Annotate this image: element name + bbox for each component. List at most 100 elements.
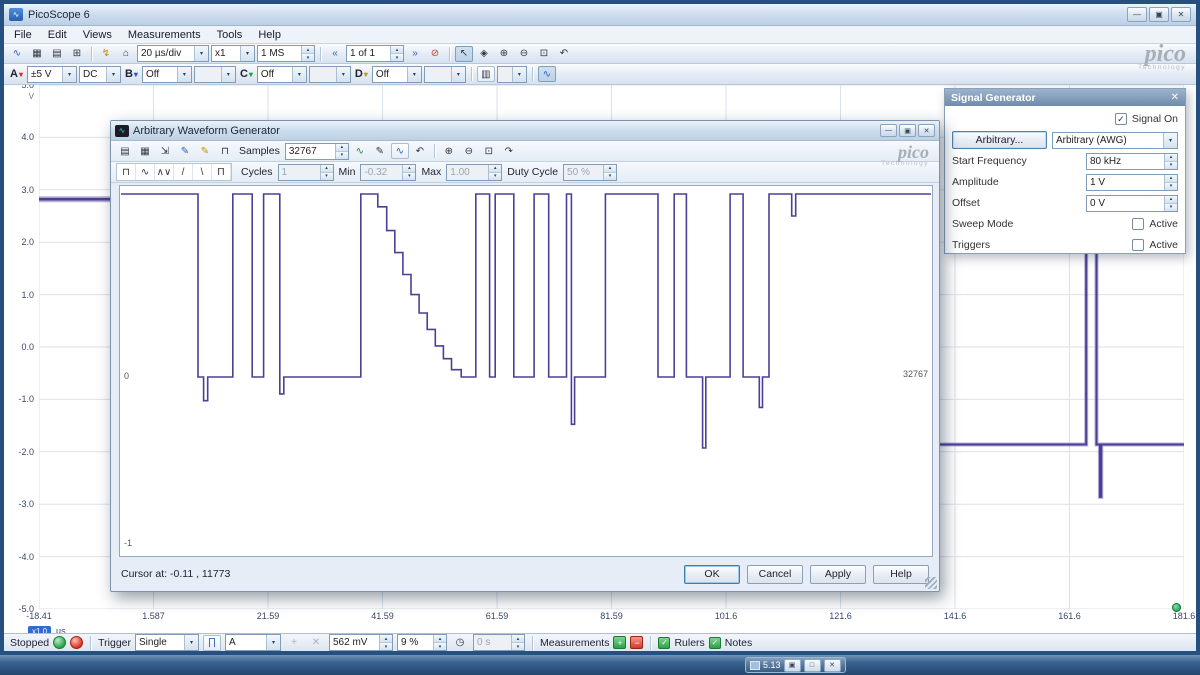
edit-points-button[interactable]: ✎ <box>371 143 389 159</box>
spinner-arrows[interactable]: ▴▾ <box>335 144 348 159</box>
buffer-page-spinner[interactable]: 1 of 1▴▾ <box>346 45 404 62</box>
triggers-checkbox[interactable] <box>1132 239 1144 251</box>
offset-spinner[interactable]: 0 V▴▾ <box>1086 195 1178 212</box>
awg-undo-button[interactable]: ↶ <box>411 143 429 159</box>
square-wave-button[interactable]: ⊓ <box>117 164 136 180</box>
chevron-down-icon[interactable]: ▾ <box>1163 133 1177 148</box>
chevron-down-icon[interactable]: ▾ <box>240 46 254 61</box>
scope-view-button[interactable]: ∿ <box>8 46 26 62</box>
resize-grip[interactable] <box>925 577 937 589</box>
wave-type-select[interactable]: Arbitrary (AWG)▾ <box>1052 132 1178 149</box>
awg-zoom-window-button[interactable]: ⊡ <box>480 143 498 159</box>
channel-a-button[interactable]: A▾ <box>8 68 25 80</box>
triangle-wave-button[interactable]: ∧∨ <box>155 164 174 180</box>
arbitrary-settings-button[interactable]: Arbitrary... <box>952 131 1047 149</box>
first-buffer-button[interactable]: « <box>326 46 344 62</box>
cancel-button[interactable]: Cancel <box>747 565 803 584</box>
spinner-down-icon[interactable]: ▾ <box>434 643 446 650</box>
maximize-button[interactable]: ▣ <box>1149 7 1169 22</box>
spinner-arrows[interactable]: ▴▾ <box>1164 175 1177 190</box>
stop-capture-button[interactable] <box>70 636 83 649</box>
spinner-down-icon[interactable]: ▾ <box>1165 204 1177 211</box>
taskbar-maximize-button[interactable]: □ <box>804 659 821 672</box>
awg-restore-button[interactable]: ▣ <box>899 124 916 137</box>
chevron-down-icon[interactable]: ▾ <box>194 46 208 61</box>
rulers-checkbox[interactable]: ✓ <box>658 637 670 649</box>
spinner-up-icon[interactable]: ▴ <box>336 144 348 152</box>
pulse-wave-button[interactable]: Π <box>212 164 231 180</box>
awg-canvas-svg[interactable] <box>120 186 932 556</box>
spinner-arrows[interactable]: ▴▾ <box>1164 154 1177 169</box>
spinner-down-icon[interactable]: ▾ <box>302 54 314 61</box>
trigger-level-spinner[interactable]: 562 mV▴▾ <box>329 634 393 651</box>
taskbar-restore-button[interactable]: ▣ <box>784 659 801 672</box>
timebase-select[interactable]: 20 µs/div▾ <box>137 45 209 62</box>
channel-c-button[interactable]: C▾ <box>238 68 255 80</box>
menu-tools[interactable]: Tools <box>209 27 251 43</box>
channel-a-coupling-select[interactable]: DC▾ <box>79 66 121 83</box>
spinner-arrows[interactable]: ▴▾ <box>1164 196 1177 211</box>
spinner-arrows[interactable]: ▴▾ <box>301 46 314 61</box>
x-zoom-select[interactable]: x1▾ <box>211 45 255 62</box>
bit-pattern-button[interactable]: ⊓ <box>216 143 234 159</box>
digital-inputs-button[interactable]: ▥ <box>477 66 495 82</box>
trigger-delay-button[interactable]: ◷ <box>451 635 469 651</box>
awg-zoom-out-button[interactable]: ⊖ <box>460 143 478 159</box>
menu-measurements[interactable]: Measurements <box>120 27 209 43</box>
ok-button[interactable]: OK <box>684 565 740 584</box>
spinner-up-icon[interactable]: ▴ <box>1165 154 1177 162</box>
start-capture-button[interactable] <box>53 636 66 649</box>
trigger-edge-button[interactable]: ∏ <box>203 635 221 651</box>
last-buffer-button[interactable]: » <box>406 46 424 62</box>
spinner-down-icon[interactable]: ▾ <box>1165 183 1177 190</box>
pretrigger-spinner[interactable]: 9 %▴▾ <box>397 634 447 651</box>
line-edit-button[interactable]: ✎ <box>176 143 194 159</box>
awg-samples-spinner[interactable]: 32767▴▾ <box>285 143 349 160</box>
chevron-down-icon[interactable]: ▾ <box>407 67 421 82</box>
waveform-library-button[interactable]: ∿ <box>391 143 409 159</box>
taskbar[interactable]: 5.13 ▣ □ ✕ <box>0 655 1200 675</box>
channel-c-range-select[interactable]: Off▾ <box>257 66 307 83</box>
zoom-in-button[interactable]: ⊕ <box>495 46 513 62</box>
spinner-arrows[interactable]: ▴▾ <box>379 635 392 650</box>
scroll-marker[interactable] <box>1172 603 1181 612</box>
trigger-clear-button[interactable]: ✕ <box>307 635 325 651</box>
signal-generator-header[interactable]: Signal Generator ✕ <box>945 89 1185 106</box>
spinner-up-icon[interactable]: ▴ <box>380 635 392 643</box>
spinner-arrows[interactable]: ▴▾ <box>390 46 403 61</box>
freehand-edit-button[interactable]: ✎ <box>196 143 214 159</box>
chevron-down-icon[interactable]: ▾ <box>292 67 306 82</box>
save-waveform-button[interactable]: ▦ <box>136 143 154 159</box>
awg-minimize-button[interactable]: — <box>880 124 897 137</box>
import-waveform-button[interactable]: ⇲ <box>156 143 174 159</box>
spinner-up-icon[interactable]: ▴ <box>1165 175 1177 183</box>
pointer-tool-button[interactable]: ↖ <box>455 46 473 62</box>
persistence-view-button[interactable]: ▤ <box>48 46 66 62</box>
spinner-arrows[interactable]: ▴▾ <box>433 635 446 650</box>
trigger-source-select[interactable]: A▾ <box>225 634 281 651</box>
spinner-down-icon[interactable]: ▾ <box>391 54 403 61</box>
taskbar-close-button[interactable]: ✕ <box>824 659 841 672</box>
menu-edit[interactable]: Edit <box>40 27 75 43</box>
add-measurement-button[interactable]: + <box>613 636 626 649</box>
signal-generator-close-button[interactable]: ✕ <box>1171 92 1179 103</box>
spinner-up-icon[interactable]: ▴ <box>391 46 403 54</box>
channel-d-range-select[interactable]: Off▾ <box>372 66 422 83</box>
spinner-up-icon[interactable]: ▴ <box>302 46 314 54</box>
awg-zoom-full-button[interactable]: ↷ <box>500 143 518 159</box>
auto-setup-button[interactable]: ↯ <box>97 46 115 62</box>
spinner-down-icon[interactable]: ▾ <box>336 152 348 159</box>
signal-on-checkbox[interactable]: ✓ <box>1115 113 1127 125</box>
trigger-marker-button[interactable]: + <box>285 635 303 651</box>
chevron-down-icon[interactable]: ▾ <box>266 635 280 650</box>
channel-b-button[interactable]: B▾ <box>123 68 140 80</box>
undo-zoom-button[interactable]: ↶ <box>555 46 573 62</box>
start-frequency-spinner[interactable]: 80 kHz▴▾ <box>1086 153 1178 170</box>
sine-wave-button[interactable]: ∿ <box>136 164 155 180</box>
hand-tool-button[interactable]: ◈ <box>475 46 493 62</box>
sweep-mode-checkbox[interactable] <box>1132 218 1144 230</box>
samples-spinner[interactable]: 1 MS▴▾ <box>257 45 315 62</box>
apply-button[interactable]: Apply <box>810 565 866 584</box>
channel-d-button[interactable]: D▾ <box>353 68 370 80</box>
spinner-up-icon[interactable]: ▴ <box>1165 196 1177 204</box>
